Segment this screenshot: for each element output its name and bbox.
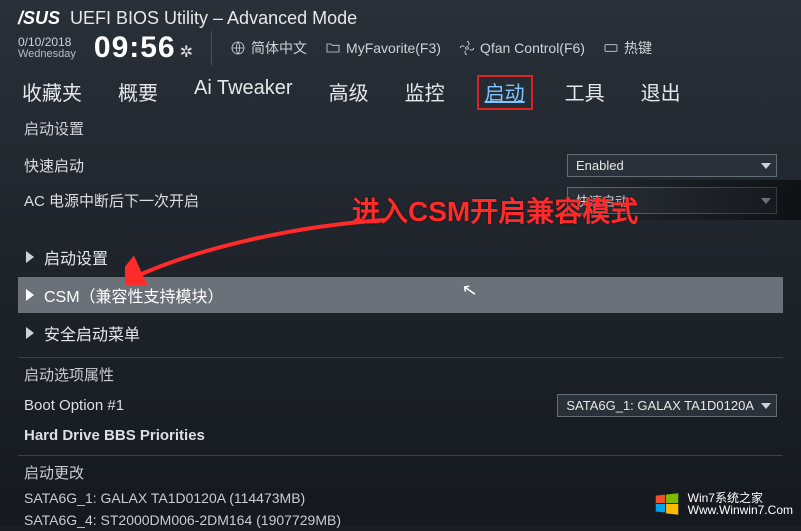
section-secure-boot[interactable]: 安全启动菜单 — [18, 315, 783, 351]
tab-boot[interactable]: 启动 — [477, 75, 533, 110]
date-text: 0/10/2018 — [18, 36, 76, 49]
section-csm[interactable]: CSM（兼容性支持模块） — [18, 277, 783, 313]
tab-main[interactable]: 概要 — [114, 75, 162, 110]
acloss-label: AC 电源中断后下一次开启 — [24, 190, 567, 211]
section-secure-boot-label: 安全启动菜单 — [44, 321, 140, 345]
hotkey-button[interactable]: 热键 — [603, 38, 652, 58]
brand-logo: /SUS — [18, 8, 60, 29]
globe-icon — [230, 40, 246, 56]
acloss-dropdown[interactable]: 快速启动 — [567, 187, 777, 214]
chevron-right-icon — [26, 251, 34, 263]
fastboot-label: 快速启动 — [24, 155, 567, 176]
boot-option-header: 启动选项属性 — [24, 364, 783, 385]
myfavorite-button[interactable]: MyFavorite(F3) — [325, 40, 441, 56]
qfan-button[interactable]: Qfan Control(F6) — [459, 40, 585, 56]
section-boot-config[interactable]: 启动设置 — [18, 239, 783, 275]
breadcrumb: 启动设置 — [24, 118, 783, 139]
chevron-right-icon — [26, 327, 34, 339]
tab-tool[interactable]: 工具 — [561, 75, 609, 110]
watermark-line2: Www.Winwin7.Com — [688, 504, 793, 516]
fan-icon — [459, 40, 475, 56]
hdd-bbs-label[interactable]: Hard Drive BBS Priorities — [24, 427, 777, 444]
settings-icon[interactable]: ✲ — [180, 42, 193, 62]
hotkey-label: 热键 — [624, 38, 652, 58]
page-title: UEFI BIOS Utility – Advanced Mode — [70, 8, 357, 29]
section-csm-label: CSM（兼容性支持模块） — [44, 283, 224, 307]
main-tabs: 收藏夹 概要 Ai Tweaker 高级 监控 启动 工具 退出 — [18, 75, 783, 114]
language-label: 简体中文 — [251, 38, 307, 58]
watermark: Win7系统之家 Www.Winwin7.Com — [652, 489, 793, 519]
fastboot-dropdown[interactable]: Enabled — [567, 154, 777, 177]
tab-monitor[interactable]: 监控 — [401, 75, 449, 110]
qfan-label: Qfan Control(F6) — [480, 40, 585, 56]
myfavorite-label: MyFavorite(F3) — [346, 40, 441, 56]
day-text: Wednesday — [18, 49, 76, 61]
boot-option1-dropdown[interactable]: SATA6G_1: GALAX TA1D0120A — [557, 394, 777, 417]
tab-exit[interactable]: 退出 — [637, 75, 685, 110]
boot-option1-label: Boot Option #1 — [24, 397, 557, 414]
windows-logo-icon — [652, 489, 682, 519]
folder-icon — [325, 40, 341, 56]
keyboard-icon — [603, 40, 619, 56]
time-text: 09:56 — [94, 31, 176, 65]
tab-aitweaker[interactable]: Ai Tweaker — [190, 75, 297, 110]
boot-override-header: 启动更改 — [24, 462, 783, 483]
tab-favorites[interactable]: 收藏夹 — [18, 75, 86, 110]
datetime-block: 0/10/2018 Wednesday — [18, 36, 76, 60]
section-boot-config-label: 启动设置 — [44, 245, 108, 269]
chevron-right-icon — [26, 289, 34, 301]
tab-advanced[interactable]: 高级 — [325, 75, 373, 110]
language-selector[interactable]: 简体中文 — [230, 38, 307, 58]
